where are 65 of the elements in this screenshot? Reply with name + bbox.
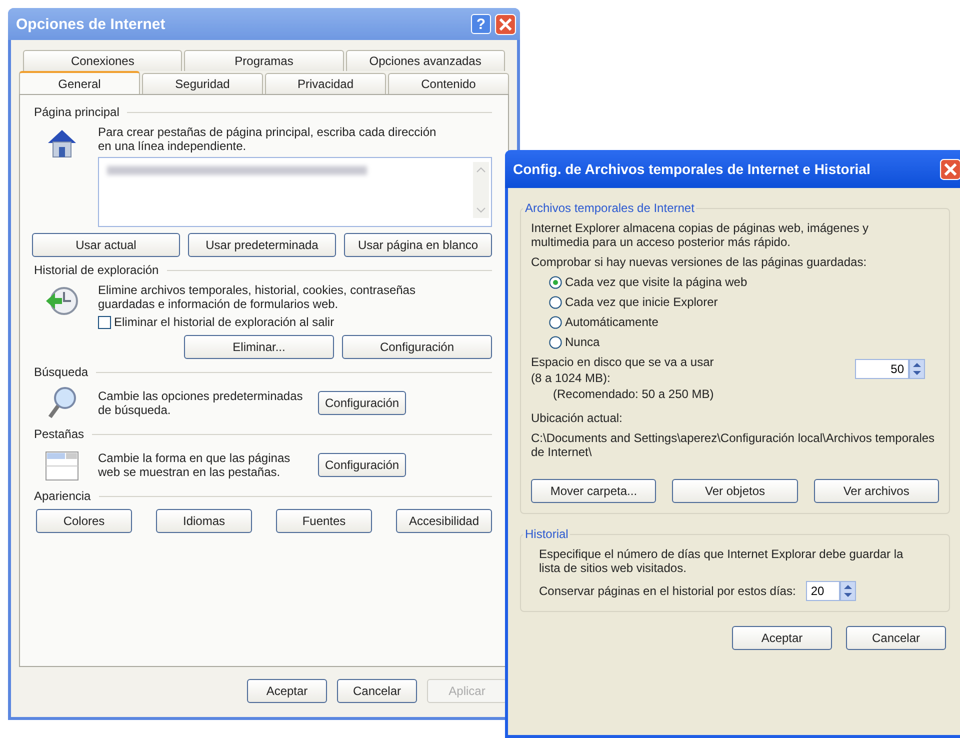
- folder-path: C:\Documents and Settings\aperez\Configuración local\Archivos temporales de Internet\: [531, 431, 936, 459]
- button[interactable]: Usar actual: [32, 233, 180, 257]
- section-heading: Apariencia: [34, 489, 91, 503]
- group-heading: Archivos temporales de Internet: [523, 201, 696, 215]
- description: Cambie las opciones predeterminadas de búsqueda.: [98, 389, 304, 417]
- radio-icon[interactable]: [549, 296, 562, 308]
- button[interactable]: Ver objetos: [672, 479, 798, 503]
- button[interactable]: Aceptar: [732, 626, 832, 650]
- radio-option[interactable]: Automáticamente: [531, 315, 939, 329]
- label: Ubicación actual:: [531, 411, 624, 425]
- close-icon[interactable]: [940, 158, 960, 180]
- tab[interactable]: General: [19, 71, 140, 94]
- close-icon[interactable]: [495, 14, 516, 34]
- spin-button[interactable]: [909, 359, 925, 379]
- checkbox[interactable]: Eliminar el historial de exploración al salir: [98, 315, 492, 329]
- group-heading: Historial: [523, 527, 570, 541]
- button[interactable]: Usar página en blanco: [344, 233, 492, 257]
- hint-text: (Recomendado: 50 a 250 MB): [552, 387, 715, 401]
- button[interactable]: Configuración: [318, 453, 406, 477]
- history-days-field[interactable]: 20: [806, 581, 840, 601]
- description: Para crear pestañas de página principal, escriba cada dirección en una línea independiente.: [98, 125, 438, 153]
- label: Espacio en disco que se va a usar: [531, 355, 715, 369]
- tab[interactable]: Conexiones: [23, 50, 182, 71]
- window-title: Config. de Archivos temporales de Internet e Historial: [513, 161, 872, 177]
- radio-icon[interactable]: [549, 276, 562, 288]
- label: Conservar páginas en el historial por estos días:: [539, 584, 796, 598]
- button[interactable]: Ver archivos: [814, 479, 939, 503]
- button[interactable]: Usar predeterminada: [188, 233, 336, 257]
- tab[interactable]: Seguridad: [142, 73, 263, 94]
- button[interactable]: Aceptar: [247, 679, 327, 703]
- section-heading: Página principal: [34, 105, 120, 119]
- radio-option[interactable]: Cada vez que visite la página web: [531, 275, 939, 289]
- tab[interactable]: Contenido: [388, 73, 509, 94]
- radio-option[interactable]: Nunca: [531, 335, 939, 349]
- radio-icon[interactable]: [549, 316, 562, 328]
- section-heading: Pestañas: [34, 427, 84, 441]
- button[interactable]: Colores: [36, 509, 132, 533]
- tab[interactable]: Programas: [184, 50, 344, 71]
- button[interactable]: Configuración: [342, 335, 492, 359]
- tab[interactable]: Privacidad: [265, 73, 386, 94]
- button[interactable]: Eliminar...: [184, 335, 334, 359]
- tab[interactable]: Opciones avanzadas: [346, 50, 505, 71]
- home-page-field[interactable]: [98, 157, 492, 227]
- button[interactable]: Accesibilidad: [396, 509, 492, 533]
- radio-option[interactable]: Cada vez que inicie Explorer: [531, 295, 939, 309]
- button[interactable]: Configuración: [318, 391, 406, 415]
- description: Elimine archivos temporales, historial, cookies, contraseñas guardadas e información de formularios web.: [98, 283, 416, 311]
- spin-button[interactable]: [840, 581, 856, 601]
- label: (8 a 1024 MB):: [531, 371, 612, 385]
- prompt-text: Comprobar si hay nuevas versiones de las páginas guardadas:: [531, 255, 868, 269]
- help-button[interactable]: ?: [471, 14, 491, 34]
- button[interactable]: Mover carpeta...: [531, 479, 656, 503]
- button[interactable]: Cancelar: [846, 626, 946, 650]
- button[interactable]: Idiomas: [156, 509, 252, 533]
- scrollbar[interactable]: [473, 162, 489, 218]
- description: Especifique el número de días que Internet Explorar debe guardar la lista de sitios web visitados.: [538, 547, 904, 575]
- description: Cambie la forma en que las páginas web se muestran en las pestañas.: [98, 451, 292, 479]
- window-title: Opciones de Internet: [16, 16, 166, 32]
- button[interactable]: Fuentes: [276, 509, 372, 533]
- disk-space-field[interactable]: 50: [855, 359, 909, 379]
- button[interactable]: Cancelar: [337, 679, 417, 703]
- section-heading: Búsqueda: [34, 365, 88, 379]
- description: Internet Explorer almacena copias de páginas web, imágenes y multimedia para un acceso posterior más rápido.: [531, 221, 870, 249]
- section-heading: Historial de exploración: [34, 263, 159, 277]
- radio-icon[interactable]: [549, 336, 562, 348]
